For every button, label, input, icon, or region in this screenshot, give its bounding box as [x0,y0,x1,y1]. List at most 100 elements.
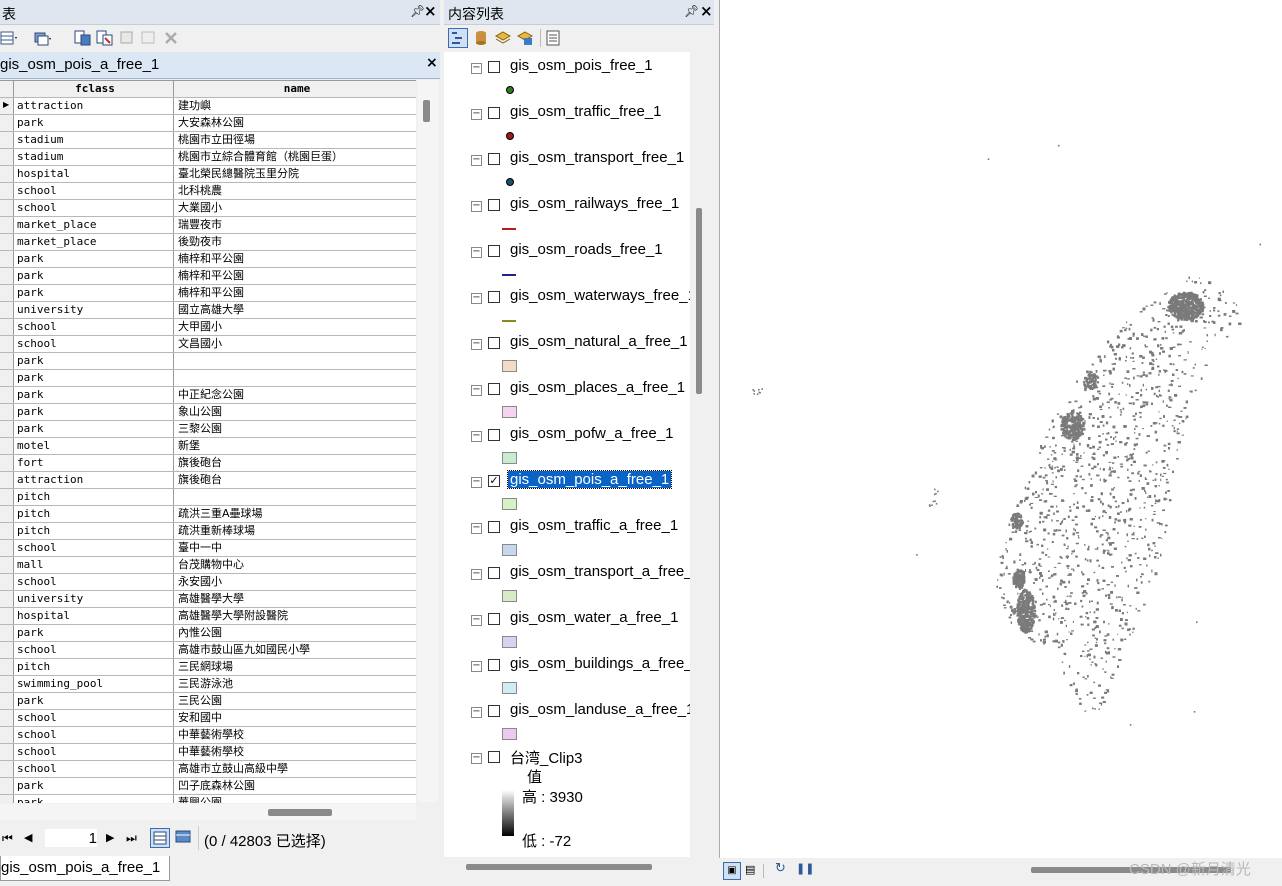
cell-fclass[interactable]: market_place [14,217,174,233]
collapse-layer-toggle[interactable]: − [471,431,482,442]
list-by-selection-icon[interactable] [516,29,534,47]
toc-layer-item[interactable]: − gis_osm_water_a_free_1 [444,606,690,652]
toc-hscroll-thumb[interactable] [466,864,652,870]
cell-fclass[interactable]: school [14,727,174,743]
row-selector[interactable] [0,642,14,658]
table-row[interactable]: attraction 旗後砲台 [0,472,416,489]
toc-layer-item[interactable]: − gis_osm_buildings_a_free_1 [444,652,690,698]
table-row[interactable]: university 國立高雄大學 [0,302,416,319]
map-view[interactable] [719,0,1282,858]
cell-name[interactable]: 新堡 [175,438,416,454]
row-selector[interactable] [0,727,14,743]
row-selector[interactable] [0,693,14,709]
row-selector[interactable] [0,115,14,131]
cell-name[interactable]: 臺中一中 [175,540,416,556]
row-selector[interactable] [0,234,14,250]
layer-name[interactable]: gis_osm_transport_a_free_1 [508,563,690,580]
cell-name[interactable]: 凹子底森林公園 [175,778,416,794]
cell-name[interactable]: 高雄醫學大學 [175,591,416,607]
layer-visibility-checkbox[interactable] [488,521,500,533]
layer-visibility-checkbox[interactable] [488,199,500,211]
cell-name[interactable]: 桃園市立綜合體育館（桃園巨蛋） [175,149,416,165]
close-icon[interactable]: × [424,2,437,20]
cell-fclass[interactable]: park [14,268,174,284]
show-all-records-icon[interactable] [150,828,170,848]
table-row[interactable]: school 中華藝術學校 [0,744,416,761]
collapse-layer-toggle[interactable]: − [471,477,482,488]
first-record-button[interactable]: ⏮ [2,831,13,846]
cell-fclass[interactable]: attraction [14,98,174,114]
layer-name[interactable]: gis_osm_buildings_a_free_1 [508,655,690,672]
cell-name[interactable]: 楠梓和平公園 [175,268,416,284]
row-selector[interactable] [0,523,14,539]
cell-fclass[interactable]: park [14,404,174,420]
table-row[interactable]: swimming_pool 三民游泳池 [0,676,416,693]
table-row[interactable]: mall 台茂購物中心 [0,557,416,574]
pin-icon[interactable]: 📌︎ [684,4,699,18]
cell-name[interactable]: 建功嶼 [175,98,416,114]
row-selector[interactable] [0,455,14,471]
data-view-button[interactable]: ▣ [723,862,741,880]
collapse-layer-toggle[interactable]: − [471,201,482,212]
cell-fclass[interactable]: university [14,591,174,607]
cell-name[interactable]: 台茂購物中心 [175,557,416,573]
row-selector[interactable] [0,200,14,216]
cell-fclass[interactable]: school [14,200,174,216]
collapse-layer-toggle[interactable]: − [471,155,482,166]
list-by-drawing-order-icon[interactable] [448,28,468,48]
toc-layer-item[interactable]: − gis_osm_transport_free_1 [444,146,690,192]
map-canvas[interactable] [720,0,1282,858]
table-row[interactable]: school 大甲國小 [0,319,416,336]
row-selector[interactable] [0,795,14,803]
cell-name[interactable]: 高雄醫學大學附設醫院 [175,608,416,624]
table-row[interactable]: market_place 瑞豐夜市 [0,217,416,234]
table-row[interactable]: school 高雄市立鼓山高級中學 [0,761,416,778]
row-selector[interactable] [0,183,14,199]
cell-fclass[interactable]: school [14,336,174,352]
cell-fclass[interactable]: hospital [14,166,174,182]
table-row[interactable]: pitch [0,489,416,506]
collapse-layer-toggle[interactable]: − [471,569,482,580]
cell-name[interactable] [175,370,416,386]
table-row[interactable]: stadium 桃園市立綜合體育館（桃園巨蛋） [0,149,416,166]
table-row[interactable]: park 中正紀念公園 [0,387,416,404]
cell-name[interactable]: 國立高雄大學 [175,302,416,318]
layer-visibility-checkbox[interactable] [488,705,500,717]
layer-visibility-checkbox[interactable] [488,245,500,257]
layer-name[interactable]: gis_osm_transport_free_1 [508,149,686,166]
toc-layer-item[interactable]: − gis_osm_roads_free_1 [444,238,690,284]
layer-name[interactable]: gis_osm_railways_free_1 [508,195,681,212]
cell-fclass[interactable]: park [14,693,174,709]
layer-name[interactable]: gis_osm_traffic_free_1 [508,103,663,120]
layer-visibility-checkbox[interactable] [488,153,500,165]
row-selector[interactable] [0,132,14,148]
table-row[interactable]: park 凹子底森林公園 [0,778,416,795]
table-row[interactable]: school 大業國小 [0,200,416,217]
row-selector[interactable] [0,217,14,233]
cell-fclass[interactable]: pitch [14,489,174,505]
toc-layer-item[interactable]: − ✓ gis_osm_pois_a_free_1 [444,468,690,514]
row-selector[interactable] [0,404,14,420]
previous-record-button[interactable]: ◀ [24,831,32,844]
collapse-layer-toggle[interactable]: − [471,707,482,718]
row-selector[interactable] [0,557,14,573]
list-by-source-icon[interactable] [472,29,490,47]
cell-fclass[interactable]: motel [14,438,174,454]
related-tables-icon[interactable] [34,29,52,47]
cell-name[interactable]: 永安國小 [175,574,416,590]
cell-fclass[interactable]: hospital [14,608,174,624]
table-tab-header[interactable]: gis_osm_pois_a_free_1 × [0,52,440,79]
cell-fclass[interactable]: school [14,183,174,199]
toc-layer-item[interactable]: − gis_osm_places_a_free_1 [444,376,690,422]
collapse-layer-toggle[interactable]: − [471,247,482,258]
row-selector[interactable] [0,744,14,760]
layout-view-button[interactable]: ▤ [745,863,755,876]
table-hscroll-thumb[interactable] [268,809,332,816]
cell-fclass[interactable]: park [14,778,174,794]
cell-name[interactable]: 疏洪三重A壘球場 [175,506,416,522]
row-selector[interactable] [0,336,14,352]
layer-visibility-checkbox[interactable] [488,567,500,579]
toc-layer-item[interactable]: − gis_osm_natural_a_free_1 [444,330,690,376]
layer-visibility-checkbox[interactable] [488,291,500,303]
pause-drawing-icon[interactable]: ❚❚ [796,862,814,875]
